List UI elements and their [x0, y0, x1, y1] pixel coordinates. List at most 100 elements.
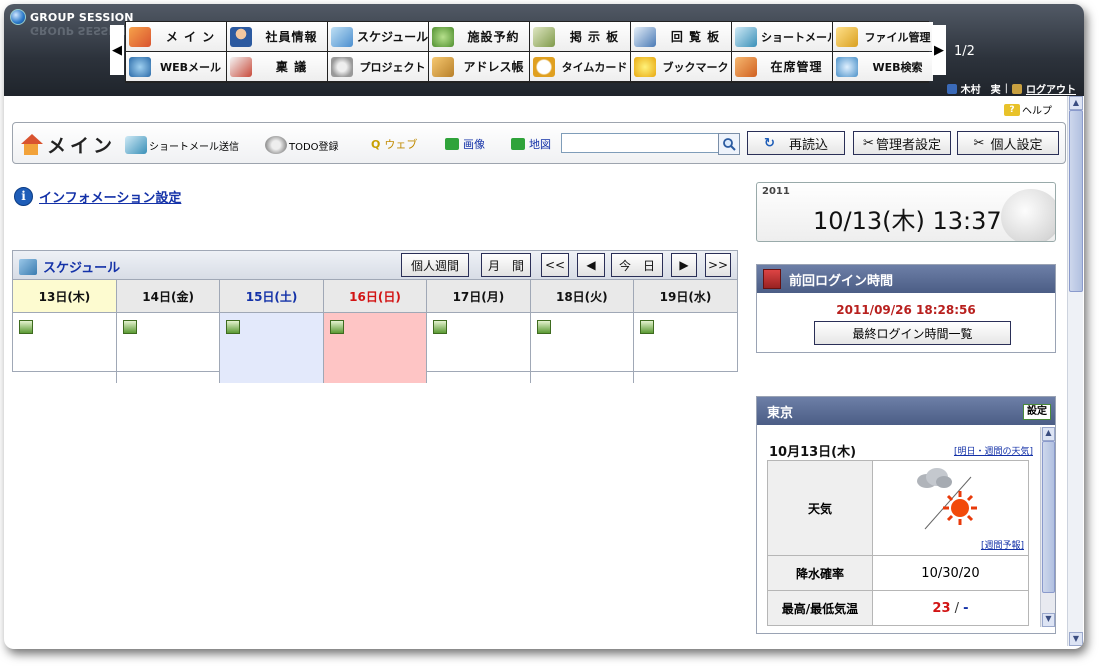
presence-chair-icon — [735, 56, 757, 77]
add-schedule-icon[interactable] — [122, 320, 137, 334]
temp-low: - — [963, 600, 969, 616]
admin-settings-button[interactable]: ✂ 管理者設定 — [853, 131, 951, 155]
user-icon — [946, 83, 957, 94]
send-short-mail-link[interactable]: ショートメール送信 — [125, 136, 239, 154]
weather-settings-button[interactable]: 設定 — [1023, 404, 1051, 420]
weather-row: 天気 [週間予報] — [767, 460, 1029, 556]
prev-week-button[interactable]: << — [541, 253, 569, 277]
user-bar: 木村 実 | ログアウト — [946, 81, 1076, 96]
day-header: 16日(日) — [323, 280, 428, 313]
page-title: メイン — [19, 131, 116, 158]
scroll-thumb[interactable] — [1042, 441, 1055, 593]
module-web-mail[interactable]: WEBメール — [126, 52, 226, 81]
groupsession-logo-icon — [10, 9, 26, 25]
last-login-list-button[interactable]: 最終ログイン時間一覧 — [814, 321, 1011, 345]
user-name: 木村 実 — [960, 85, 1001, 96]
search-type-map[interactable]: 地図 — [511, 136, 551, 152]
image-icon — [445, 138, 459, 150]
weather-table: 天気 [週間予報] 降水確率 10/30/20 最高/最低気温 23 / - — [767, 460, 1029, 626]
module-main[interactable]: メ イ ン — [126, 22, 226, 51]
module-bookmark[interactable]: ブックマーク — [631, 52, 731, 81]
help-link[interactable]: ? ヘルプ — [1004, 102, 1052, 117]
forecast-link[interactable]: [明日・週間の天気] — [954, 444, 1033, 457]
todo-add-link[interactable]: TODO登録 — [265, 136, 339, 154]
module-reservation[interactable]: 施設予約 — [429, 22, 529, 51]
scroll-down-icon[interactable]: ▼ — [1042, 613, 1055, 627]
page-scrollbar[interactable]: ▲ ▼ — [1067, 96, 1083, 646]
top-header: GROUP SESSION GROUP SESSION ◀ メ イ ン 社員情報… — [4, 4, 1084, 96]
information-settings: i インフォメーション設定 — [14, 187, 181, 206]
temp-label: 最高/最低気温 — [767, 590, 873, 626]
user-separator: | — [1004, 83, 1008, 94]
web-search-icon — [836, 56, 858, 77]
search-icon[interactable] — [718, 133, 740, 155]
day-header: 19日(水) — [633, 280, 737, 313]
next-day-button[interactable]: ▶ — [671, 253, 697, 277]
last-login-header: 前回ログイン時間 — [757, 265, 1055, 293]
scroll-down-icon[interactable]: ▼ — [1069, 632, 1083, 646]
weather-content: 10月13日(木) [明日・週間の天気] 天気 [週間予報] 降水確率 10/3… — [757, 425, 1039, 633]
logout-door-icon — [1012, 83, 1022, 94]
personal-week-button[interactable]: 個人週間 — [401, 253, 469, 277]
module-circular[interactable]: 回 覧 板 — [631, 22, 731, 51]
module-presence[interactable]: 在席管理 — [732, 52, 832, 81]
module-address-book[interactable]: アドレス帳 — [429, 52, 529, 81]
nav-next-arrow-icon[interactable]: ▶ — [932, 25, 946, 75]
module-bulletin[interactable]: 掲 示 板 — [530, 22, 630, 51]
clock-datetime: 10/13(木) 13:37 — [813, 207, 1002, 235]
scroll-up-icon[interactable]: ▲ — [1069, 96, 1083, 110]
module-short-mail[interactable]: ショートメール — [732, 22, 832, 51]
add-schedule-icon[interactable] — [329, 320, 344, 334]
weather-scrollbar[interactable]: ▲ ▼ — [1040, 427, 1055, 627]
reload-button[interactable]: ↻ 再読込 — [747, 131, 845, 155]
user-info-icon — [230, 26, 252, 47]
precip-value: 10/30/20 — [872, 555, 1029, 591]
circular-icon — [634, 26, 656, 47]
personal-settings-button[interactable]: ✂ 個人設定 — [957, 131, 1059, 155]
module-schedule[interactable]: スケジュール — [328, 22, 428, 51]
temp-slash: / — [954, 600, 960, 616]
search-type-image[interactable]: 画像 — [445, 136, 485, 152]
add-schedule-icon[interactable] — [226, 320, 241, 334]
add-schedule-icon[interactable] — [640, 320, 655, 334]
map-icon — [511, 138, 525, 150]
add-schedule-icon[interactable] — [19, 320, 33, 334]
pocket-watch-icon — [1001, 189, 1055, 241]
nav-prev-arrow-icon[interactable]: ◀ — [110, 25, 124, 75]
day-header: 18日(火) — [530, 280, 635, 313]
day-cell — [634, 313, 737, 384]
module-web-search[interactable]: WEB検索 — [833, 52, 933, 81]
weather-panel: 東京 設定 10月13日(木) [明日・週間の天気] 天気 [週間予報] 降水確… — [756, 396, 1056, 634]
prev-day-button[interactable]: ◀ — [577, 253, 605, 277]
month-button[interactable]: 月 間 — [481, 253, 531, 277]
module-menu: メ イ ン 社員情報 スケジュール 施設予約 掲 示 板 回 覧 板 ショートメ… — [125, 21, 933, 83]
reload-icon: ↻ — [764, 135, 775, 151]
weekly-forecast-link[interactable]: [週間予報] — [981, 538, 1024, 551]
reservation-icon — [432, 26, 454, 47]
module-ringi[interactable]: 稟 議 — [227, 52, 327, 81]
sunny-icon — [943, 491, 977, 525]
search-type-web[interactable]: Q ウェブ — [371, 136, 417, 152]
add-schedule-icon[interactable] — [433, 320, 448, 334]
add-schedule-icon[interactable] — [536, 320, 551, 334]
file-manage-icon — [836, 26, 858, 47]
module-user-info[interactable]: 社員情報 — [227, 22, 327, 51]
information-settings-link[interactable]: インフォメーション設定 — [39, 187, 181, 206]
today-button[interactable]: 今 日 — [611, 253, 663, 277]
module-project[interactable]: プロジェクト — [328, 52, 428, 81]
web-search-input[interactable] — [561, 133, 719, 153]
module-file-manage[interactable]: ファイル管理 — [833, 22, 933, 51]
logout-link[interactable]: ログアウト — [1026, 81, 1076, 96]
weather-city: 東京 — [767, 405, 794, 421]
main-house-icon — [129, 26, 151, 47]
next-week-button[interactable]: >> — [705, 253, 731, 277]
weather-date: 10月13日(木) — [769, 445, 857, 460]
temp-high: 23 — [932, 600, 951, 616]
module-timecard[interactable]: タイムカード — [530, 52, 630, 81]
scroll-thumb[interactable] — [1069, 110, 1083, 292]
schedule-title[interactable]: スケジュール — [19, 257, 120, 276]
tools-icon: ✂ — [863, 135, 874, 151]
scroll-up-icon[interactable]: ▲ — [1042, 427, 1055, 441]
todo-gear-add-icon — [265, 136, 287, 154]
weather-icon-cell: [週間予報] — [872, 460, 1029, 556]
